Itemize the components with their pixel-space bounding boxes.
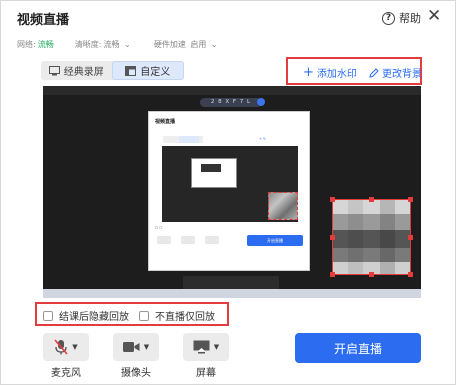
close-icon[interactable]: ✕ <box>427 6 441 26</box>
add-watermark-label: 添加水印 <box>316 69 357 80</box>
nested-mic <box>157 236 171 244</box>
room-code: 2 8 X F 7 L <box>200 98 262 107</box>
nested-dialog-capture: 视频直播 + ✎ ☐ ☐ 开启直播 <box>148 111 310 271</box>
resize-handle[interactable] <box>408 235 413 240</box>
help-button[interactable]: ? 帮助 <box>382 10 421 26</box>
resize-handle[interactable] <box>330 272 335 277</box>
chevron-down-icon: ⌄ <box>124 40 131 49</box>
change-background-button[interactable]: 更改背景 <box>369 65 422 80</box>
help-label: 帮助 <box>399 12 421 25</box>
quality-dropdown[interactable]: 流畅 ⌄ <box>104 40 133 49</box>
nested-preview-window <box>191 158 237 188</box>
network-value: 流畅 <box>37 40 54 49</box>
microphone-label: 麦克风 <box>51 368 81 379</box>
hwaccel-value: 启用 <box>190 40 207 49</box>
chevron-down-icon[interactable]: ▼ <box>72 343 77 351</box>
status-bar: 网络: 流畅 清晰度: 流畅 ⌄ 硬件加速 启用 ⌄ <box>17 39 222 50</box>
nested-tab-active <box>179 136 199 143</box>
microphone-toggle[interactable]: ▼ <box>43 333 89 361</box>
change-background-label: 更改背景 <box>382 69 422 80</box>
layout-icon <box>125 65 137 76</box>
replay-only-label: 不直播仅回放 <box>155 312 215 323</box>
plus-icon: + <box>303 64 314 80</box>
camera-overlay-blurred[interactable] <box>330 197 413 277</box>
resize-handle[interactable] <box>330 197 335 202</box>
add-watermark-button[interactable]: + 添加水印 <box>303 64 357 81</box>
resize-handle[interactable] <box>408 197 413 202</box>
camera-toggle[interactable]: ▼ <box>113 333 159 361</box>
window-title: 视频直播 <box>17 13 70 28</box>
nested-options: ☐ ☐ <box>155 226 163 230</box>
nested-screen <box>205 236 219 244</box>
screen-label: 屏幕 <box>196 368 216 379</box>
chevron-down-icon[interactable]: ▼ <box>144 343 149 351</box>
mode-tabs: 经典录屏 自定义 <box>41 61 184 80</box>
screen-toggle[interactable]: ▼ <box>183 333 229 361</box>
edit-icon <box>369 67 379 78</box>
tab-custom-label: 自定义 <box>140 67 171 78</box>
replay-only-checkbox[interactable]: 不直播仅回放 <box>139 308 215 323</box>
tab-classic[interactable]: 经典录屏 <box>41 61 112 80</box>
nested-dialog-title: 视频直播 <box>155 119 176 125</box>
room-status-dot <box>257 98 265 106</box>
hide-replay-label: 结课后隐藏回放 <box>59 312 129 323</box>
mic-muted-icon <box>54 339 68 355</box>
hwaccel-label: 硬件加速 <box>153 40 186 49</box>
live-stream-window: 视频直播 ? 帮助 ✕ 网络: 流畅 清晰度: 流畅 ⌄ 硬件加速 启用 ⌄ 经典录… <box>0 0 456 385</box>
preview-titlebar <box>43 86 421 95</box>
camera-icon <box>122 342 140 352</box>
quality-value: 流畅 <box>103 40 120 49</box>
stream-preview[interactable]: 2 8 X F 7 L 视频直播 + ✎ ☐ ☐ 开启直播 <box>43 86 421 298</box>
nested-camera-blur <box>268 192 298 220</box>
tab-custom[interactable]: 自定义 <box>111 61 184 80</box>
resize-handle[interactable] <box>330 235 335 240</box>
preview-control-bar <box>183 276 279 290</box>
hwaccel-dropdown[interactable]: 启用 ⌄ <box>190 40 219 49</box>
checkbox-icon <box>43 310 53 321</box>
start-live-button[interactable]: 开启直播 <box>295 333 421 363</box>
tab-classic-label: 经典录屏 <box>63 67 104 78</box>
monitor-icon <box>48 65 60 75</box>
preview-taskbar <box>43 289 421 298</box>
nested-actions: + ✎ <box>259 137 266 141</box>
resize-handle[interactable] <box>408 272 413 277</box>
hide-replay-checkbox[interactable]: 结课后隐藏回放 <box>43 308 129 323</box>
network-label: 网络: <box>17 40 36 49</box>
chevron-down-icon[interactable]: ▼ <box>214 343 219 351</box>
nested-start-button: 开启直播 <box>247 235 303 246</box>
help-icon: ? <box>382 11 395 25</box>
checkbox-icon <box>139 310 149 321</box>
chevron-down-icon: ⌄ <box>210 40 218 49</box>
quality-label: 清晰度: <box>74 40 102 49</box>
nested-preview-bar <box>201 164 221 172</box>
camera-label: 摄像头 <box>121 368 151 379</box>
nested-camera <box>181 236 195 244</box>
screen-icon <box>193 340 210 354</box>
resize-handle[interactable] <box>369 272 374 277</box>
resize-handle[interactable] <box>369 197 374 202</box>
